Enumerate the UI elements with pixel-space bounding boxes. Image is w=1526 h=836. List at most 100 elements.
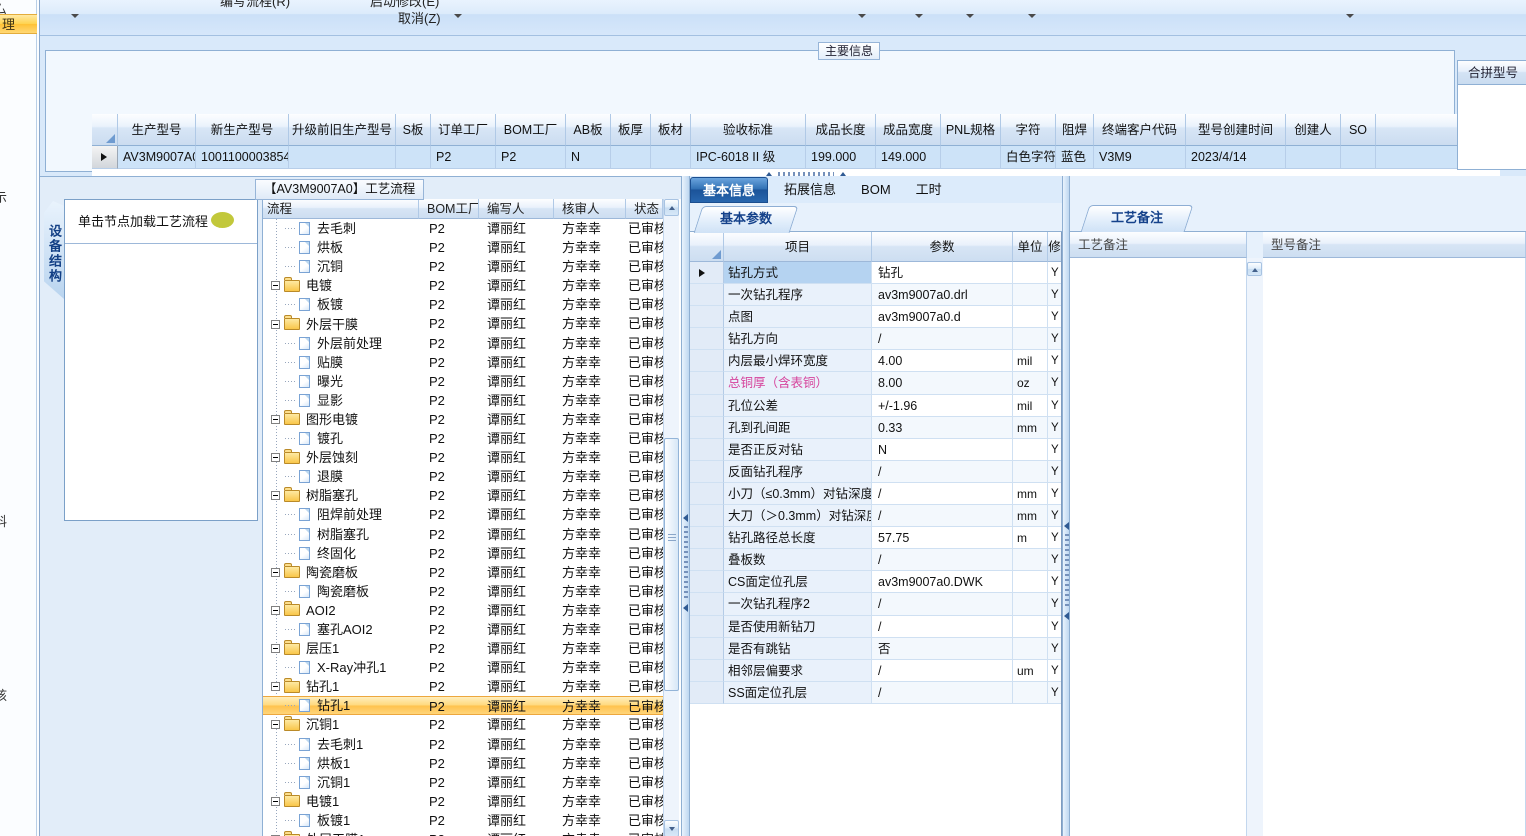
param-value[interactable]: N (872, 438, 1013, 461)
collapse-icon[interactable] (271, 319, 280, 329)
tab-process-notes[interactable]: 工艺备注 (1080, 205, 1194, 232)
tree-node[interactable]: 显影 P2 谭丽红 方幸幸 已审核 (263, 391, 663, 410)
tree-node[interactable]: 图形电镀 P2 谭丽红 方幸幸 已审核 (263, 410, 663, 429)
param-value[interactable]: 0.33 (872, 416, 1013, 439)
collapse-left-icon[interactable] (683, 514, 688, 522)
tree-node[interactable]: 陶瓷磨板 P2 谭丽红 方幸幸 已审核 (263, 582, 663, 601)
param-value[interactable]: / (872, 549, 1013, 572)
collapse-icon[interactable] (271, 491, 280, 501)
nav-rail-item[interactable]: 料 (0, 512, 28, 532)
param-row[interactable]: 钻孔方向 / Y (690, 328, 1061, 351)
column-header[interactable]: SO (1341, 114, 1376, 146)
process-notes-content[interactable] (1070, 258, 1247, 836)
tree-node[interactable]: 电镀1 P2 谭丽红 方幸幸 已审核 (263, 792, 663, 811)
tab-work-hours[interactable]: 工时 (907, 177, 951, 203)
select-all-header[interactable] (690, 232, 724, 262)
collapse-left-icon[interactable] (1064, 612, 1069, 620)
column-header[interactable]: 板厚 (611, 114, 651, 146)
collapse-left-icon[interactable] (683, 604, 688, 612)
tree-node[interactable]: 外层前处理 P2 谭丽红 方幸幸 已审核 (263, 334, 663, 353)
nav-rail-item[interactable]: 示 (0, 188, 28, 208)
param-row[interactable]: 孔到孔间距 0.33 mm Y (690, 416, 1061, 439)
param-row[interactable]: 总铜厚（含表铜） 8.00 oz Y (690, 372, 1061, 395)
tree-node[interactable]: 去毛刺1 P2 谭丽红 方幸幸 已审核 (263, 735, 663, 754)
collapse-up-icon[interactable] (840, 172, 846, 176)
column-header[interactable]: 流程 (263, 199, 419, 219)
param-value[interactable]: av3m9007a0.DWK (872, 571, 1013, 594)
param-row[interactable]: 相邻层偏要求 / um Y (690, 659, 1061, 682)
collapse-icon[interactable] (271, 796, 280, 806)
row-selector[interactable] (690, 593, 724, 616)
panel-splitter[interactable] (681, 176, 690, 836)
param-row[interactable]: 是否有跳钻否 Y (690, 637, 1061, 660)
cancel-button[interactable]: 取消(Z) (398, 8, 441, 27)
row-selector[interactable] (690, 659, 724, 682)
param-value[interactable]: 钻孔 (872, 262, 1013, 285)
column-header[interactable]: BOM工厂 (496, 114, 566, 146)
param-row[interactable]: 钻孔方式 钻孔 Y (690, 262, 1061, 285)
dropdown-arrow-icon[interactable] (915, 14, 923, 18)
param-value[interactable]: +/-1.96 (872, 394, 1013, 417)
param-row[interactable]: 点图 av3m9007a0.d Y (690, 306, 1061, 329)
param-value[interactable]: 4.00 (872, 350, 1013, 373)
collapse-icon[interactable] (271, 605, 280, 615)
param-value[interactable]: 否 (872, 637, 1013, 660)
flow-hint-row[interactable]: 单击节点加载工艺流程 (65, 200, 257, 244)
column-header[interactable]: 阻焊 (1056, 114, 1094, 146)
tree-node[interactable]: 板镀1 P2 谭丽红 方幸幸 已审核 (263, 811, 663, 830)
param-row[interactable]: 大刀（＞0.3mm）对钻深度 / mm Y (690, 505, 1061, 528)
notes-scrollbar[interactable] (1247, 258, 1263, 836)
tree-node[interactable]: 沉铜1 P2 谭丽红 方幸幸 已审核 (263, 773, 663, 792)
collapse-icon[interactable] (271, 414, 280, 424)
tab-extended-info[interactable]: 拓展信息 (775, 177, 845, 203)
scroll-up-button[interactable] (664, 199, 679, 216)
param-row[interactable]: 一次钻孔程序 av3m9007a0.drl Y (690, 284, 1061, 307)
column-header[interactable]: 型号创建时间 (1186, 114, 1286, 146)
param-value[interactable]: / (872, 505, 1013, 528)
tree-node[interactable]: 板镀 P2 谭丽红 方幸幸 已审核 (263, 295, 663, 314)
row-selector[interactable] (690, 284, 724, 307)
tree-node[interactable]: 外层蚀刻 P2 谭丽红 方幸幸 已审核 (263, 448, 663, 467)
column-header[interactable]: 终端客户代码 (1094, 114, 1186, 146)
param-value[interactable]: / (872, 615, 1013, 638)
tree-node[interactable]: 曝光 P2 谭丽红 方幸幸 已审核 (263, 372, 663, 391)
tree-node[interactable]: 陶瓷磨板 P2 谭丽红 方幸幸 已审核 (263, 563, 663, 582)
column-header[interactable]: 修 (1048, 232, 1061, 262)
column-header[interactable]: 参数 (872, 232, 1013, 262)
param-value[interactable]: / (872, 681, 1013, 704)
param-row[interactable]: CS面定位孔层 av3m9007a0.DWK Y (690, 571, 1061, 594)
param-value[interactable]: 57.75 (872, 527, 1013, 550)
tree-node[interactable]: 电镀 P2 谭丽红 方幸幸 已审核 (263, 276, 663, 295)
row-selector[interactable] (690, 350, 724, 373)
tree-node[interactable]: 沉铜1 P2 谭丽红 方幸幸 已审核 (263, 715, 663, 734)
param-value[interactable]: av3m9007a0.drl (872, 284, 1013, 307)
collapse-icon[interactable] (271, 682, 280, 692)
row-selector[interactable] (690, 438, 724, 461)
column-header[interactable]: S板 (396, 114, 431, 146)
param-row[interactable]: 反面钻孔程序 / Y (690, 460, 1061, 483)
column-header[interactable]: BOM工厂 (419, 199, 479, 219)
tree-node[interactable]: 塞孔AOI2 P2 谭丽红 方幸幸 已审核 (263, 620, 663, 639)
row-selector[interactable] (690, 637, 724, 660)
select-all-header[interactable] (92, 114, 118, 146)
row-selector[interactable] (690, 549, 724, 572)
scroll-down-button[interactable] (664, 820, 679, 836)
scrollbar-thumb[interactable] (664, 438, 679, 691)
param-row[interactable]: 叠板数 / Y (690, 549, 1061, 572)
tree-node[interactable]: 外层干膜 P2 谭丽红 方幸幸 已审核 (263, 314, 663, 333)
tree-node[interactable]: 钻孔1 P2 谭丽红 方幸幸 已审核 (263, 696, 663, 716)
column-header[interactable]: 核审人 (554, 199, 626, 219)
column-header[interactable]: 升级前旧生产型号 (289, 114, 396, 146)
tree-node[interactable]: 贴膜 P2 谭丽红 方幸幸 已审核 (263, 353, 663, 372)
merge-panel-header[interactable]: 合拼型号 (1457, 60, 1526, 85)
row-selector[interactable] (690, 527, 724, 550)
row-selector[interactable] (92, 146, 118, 169)
column-header-model-notes[interactable]: 型号备注 (1263, 232, 1526, 258)
main-table-row[interactable]: AV3M9007A0 10011000038547 P2 P2 N IPC-6018 II… (92, 146, 1500, 169)
tree-node[interactable]: 层压1 P2 谭丽红 方幸幸 已审核 (263, 639, 663, 658)
row-selector[interactable] (690, 571, 724, 594)
tree-node[interactable]: 退膜 P2 谭丽红 方幸幸 已审核 (263, 467, 663, 486)
column-header[interactable]: 新生产型号 (196, 114, 289, 146)
param-row[interactable]: 小刀（≤0.3mm）对钻深度 / mm Y (690, 482, 1061, 506)
collapse-icon[interactable] (271, 281, 280, 291)
